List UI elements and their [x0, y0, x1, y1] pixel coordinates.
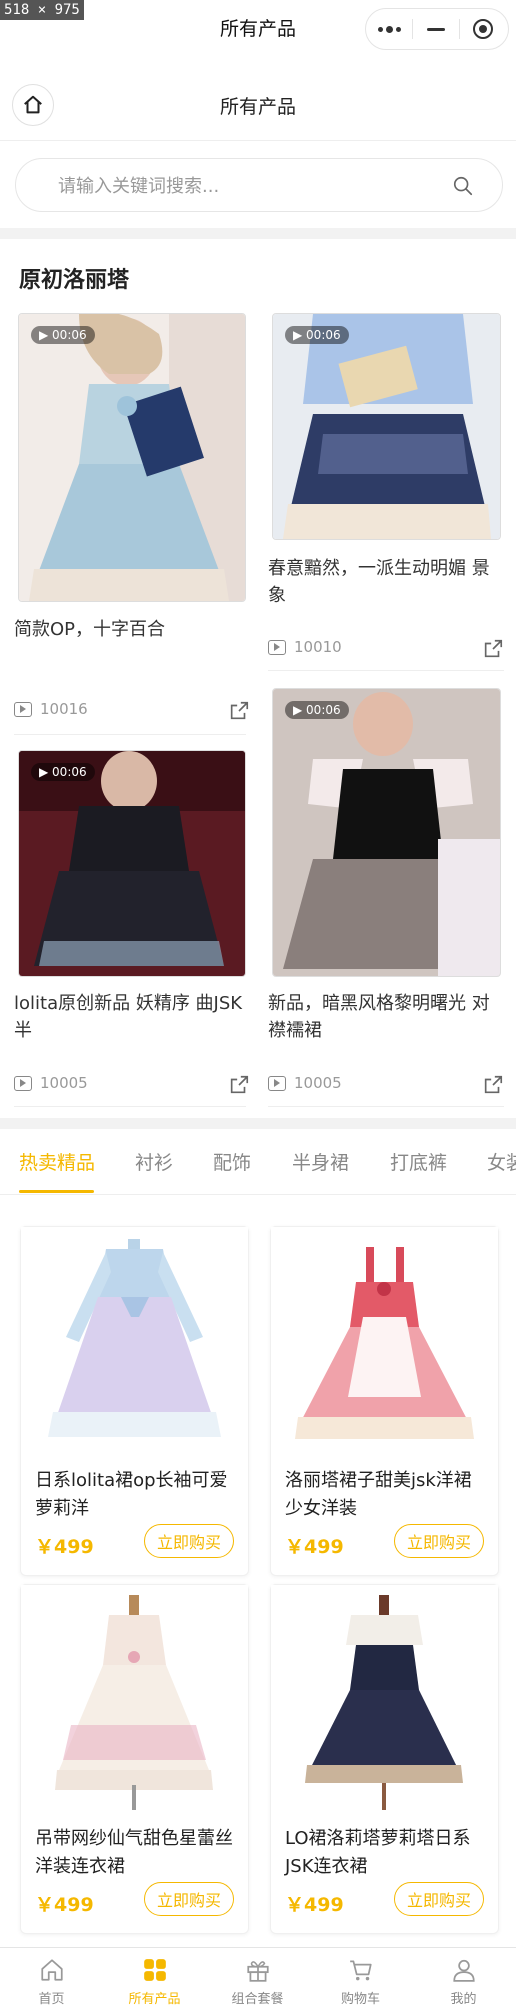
product-card[interactable]: LO裙洛莉塔萝莉塔日系JSK连衣裙 ￥499 立即购买	[270, 1584, 499, 1934]
video-title: 新品，暗黑风格黎明曙光 对襟襦裙	[268, 993, 490, 1041]
divider-band	[0, 228, 516, 239]
product-image	[271, 1227, 498, 1457]
product-image	[271, 1585, 498, 1815]
cart-icon	[349, 1960, 372, 1981]
tab-shirts[interactable]: 衬衫	[135, 1148, 173, 1175]
product-price: ￥499	[35, 1536, 94, 1558]
tabbar-label: 组合套餐	[231, 1992, 284, 2007]
minimize-button[interactable]	[413, 9, 459, 49]
mini-program-capsule	[365, 8, 509, 50]
video-thumbnail[interactable]: ▶ 00:06	[272, 688, 501, 977]
screenshot-size-badge: 518 × 975	[0, 0, 84, 20]
lolita-dress-photo	[19, 751, 245, 976]
video-views: 10010	[268, 638, 342, 656]
share-icon[interactable]	[482, 638, 504, 660]
tabbar-item-home[interactable]: 首页	[0, 1948, 103, 2012]
video-thumbnail[interactable]: ▶ 00:06	[272, 313, 501, 540]
card-divider	[268, 670, 504, 671]
section-title: 原初洛丽塔	[19, 268, 130, 293]
search-icon[interactable]	[452, 175, 474, 197]
product-card[interactable]: 洛丽塔裙子甜美jsk洋裙少女洋装 ￥499 立即购买	[270, 1226, 499, 1576]
search-box[interactable]	[15, 158, 503, 213]
play-count-icon	[14, 1075, 32, 1091]
tabbar-label: 我的	[450, 1992, 477, 2007]
tab-leggings[interactable]: 打底裤	[390, 1148, 447, 1175]
active-tab-indicator	[19, 1190, 94, 1193]
video-views: 10005	[268, 1074, 342, 1092]
product-card[interactable]: 吊带网纱仙气甜色星蕾丝洋装连衣裙 ￥499 立即购买	[20, 1584, 249, 1934]
video-title: lolita原创新品 妖精序 曲JSK半	[14, 993, 243, 1041]
product-price: ￥499	[285, 1894, 344, 1916]
product-card[interactable]: 日系lolita裙op长袖可爱萝莉洋 ￥499 立即购买	[20, 1226, 249, 1576]
card-divider	[14, 734, 246, 735]
tabbar-label: 所有产品	[128, 1992, 181, 2007]
video-views: 10005	[14, 1074, 88, 1092]
tab-skirts[interactable]: 半身裙	[292, 1148, 349, 1175]
tabbar-item-me[interactable]: 我的	[412, 1948, 515, 2012]
card-divider	[14, 1106, 246, 1107]
nav-bar: 所有产品	[0, 84, 516, 141]
card-divider	[268, 1106, 504, 1107]
share-icon[interactable]	[228, 1074, 250, 1096]
product-image	[21, 1585, 248, 1815]
lolita-dress-photo	[273, 689, 500, 976]
product-price: ￥499	[35, 1894, 94, 1916]
lolita-dress-photo	[273, 314, 500, 539]
more-button[interactable]	[366, 9, 412, 49]
gift-icon	[246, 1961, 269, 1982]
video-duration-badge: ▶ 00:06	[31, 326, 95, 344]
lolita-dress-photo	[19, 314, 245, 601]
tabbar-item-bundles[interactable]: 组合套餐	[206, 1948, 309, 2012]
bottom-tab-bar: 首页 所有产品 组合套餐 购物车 我的	[0, 1947, 516, 2012]
buy-now-button[interactable]: 立即购买	[144, 1524, 234, 1558]
buy-now-button[interactable]: 立即购买	[144, 1882, 234, 1916]
video-title: 春意黯然，一派生动明媚 景象	[268, 558, 490, 606]
play-count-icon	[14, 701, 32, 717]
tabbar-label: 首页	[38, 1992, 65, 2007]
product-image	[21, 1227, 248, 1457]
video-duration-badge: ▶ 00:06	[31, 763, 95, 781]
tab-accessories[interactable]: 配饰	[213, 1148, 251, 1175]
video-duration-badge: ▶ 00:06	[285, 701, 349, 719]
product-name: 日系lolita裙op长袖可爱萝莉洋	[35, 1470, 228, 1519]
close-target-icon	[473, 19, 493, 39]
search-input[interactable]	[56, 159, 440, 213]
tabbar-label: 购物车	[340, 1992, 380, 2007]
share-icon[interactable]	[482, 1074, 504, 1096]
grid-icon	[143, 1959, 166, 1981]
tab-hot[interactable]: 热卖精品	[19, 1148, 95, 1175]
share-icon[interactable]	[228, 700, 250, 722]
product-name: 吊带网纱仙气甜色星蕾丝洋装连衣裙	[35, 1828, 233, 1877]
more-dots-icon	[377, 25, 401, 33]
play-count-icon	[268, 1075, 286, 1091]
divider-band	[0, 1118, 516, 1129]
video-title: 简款OP，十字百合	[14, 619, 166, 640]
page-title: 所有产品	[219, 96, 296, 118]
user-icon	[452, 1959, 475, 1982]
tabbar-item-cart[interactable]: 购物车	[309, 1948, 412, 2012]
close-button[interactable]	[460, 9, 506, 49]
tabbar-item-all-products[interactable]: 所有产品	[103, 1948, 206, 2012]
buy-now-button[interactable]: 立即购买	[394, 1524, 484, 1558]
category-tabs: 热卖精品 衬衫 配饰 半身裙 打底裤 女装	[0, 1130, 516, 1195]
play-count-icon	[268, 639, 286, 655]
video-views: 10016	[14, 700, 88, 718]
product-name: 洛丽塔裙子甜美jsk洋裙少女洋装	[285, 1470, 472, 1519]
home-icon	[40, 1959, 63, 1981]
tab-womenswear[interactable]: 女装	[487, 1148, 516, 1175]
video-duration-badge: ▶ 00:06	[285, 326, 349, 344]
video-thumbnail[interactable]: ▶ 00:06	[18, 313, 246, 602]
video-thumbnail[interactable]: ▶ 00:06	[18, 750, 246, 977]
minimize-icon	[427, 27, 445, 31]
product-price: ￥499	[285, 1536, 344, 1558]
product-name: LO裙洛莉塔萝莉塔日系JSK连衣裙	[285, 1828, 471, 1877]
buy-now-button[interactable]: 立即购买	[394, 1882, 484, 1916]
